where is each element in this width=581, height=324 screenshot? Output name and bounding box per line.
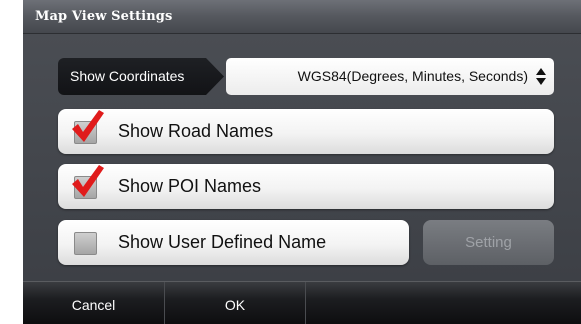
user-defined-name-label: Show User Defined Name (118, 232, 327, 252)
show-poi-names-option[interactable]: Show POI Names (58, 164, 554, 209)
user-defined-name-checkbox[interactable] (74, 232, 97, 255)
cancel-button[interactable]: Cancel (23, 282, 165, 324)
coordinates-label: Show Coordinates (70, 68, 185, 84)
checkmark-icon (72, 165, 104, 197)
map-view-settings-dialog: Map View Settings Show Coordinates WGS84… (23, 0, 581, 324)
cancel-label: Cancel (71, 297, 116, 313)
ok-button[interactable]: OK (165, 282, 306, 324)
poi-names-label: Show POI Names (118, 176, 262, 196)
coordinates-format-select[interactable]: WGS84(Degrees, Minutes, Seconds) (226, 58, 554, 95)
settings-panel: Show Coordinates WGS84(Degrees, Minutes,… (23, 34, 581, 280)
road-names-label: Show Road Names (118, 121, 274, 141)
show-road-names-option[interactable]: Show Road Names (58, 109, 554, 154)
coordinates-format-value: WGS84(Degrees, Minutes, Seconds) (297, 68, 528, 84)
checkmark-icon (72, 110, 104, 142)
setting-button[interactable]: Setting (423, 220, 554, 265)
setting-button-label: Setting (465, 234, 512, 251)
dialog-title: Map View Settings (35, 9, 173, 24)
title-bar: Map View Settings (23, 0, 581, 34)
poi-names-checkbox[interactable] (72, 165, 104, 199)
coordinates-row: Show Coordinates WGS84(Degrees, Minutes,… (58, 58, 554, 95)
coordinates-label-tab: Show Coordinates (58, 58, 224, 95)
road-names-checkbox[interactable] (72, 110, 104, 144)
ok-label: OK (224, 297, 246, 313)
bottom-bar: Cancel OK (23, 281, 581, 324)
show-user-defined-name-option[interactable]: Show User Defined Name (58, 220, 409, 265)
updown-arrows-icon (536, 68, 546, 85)
